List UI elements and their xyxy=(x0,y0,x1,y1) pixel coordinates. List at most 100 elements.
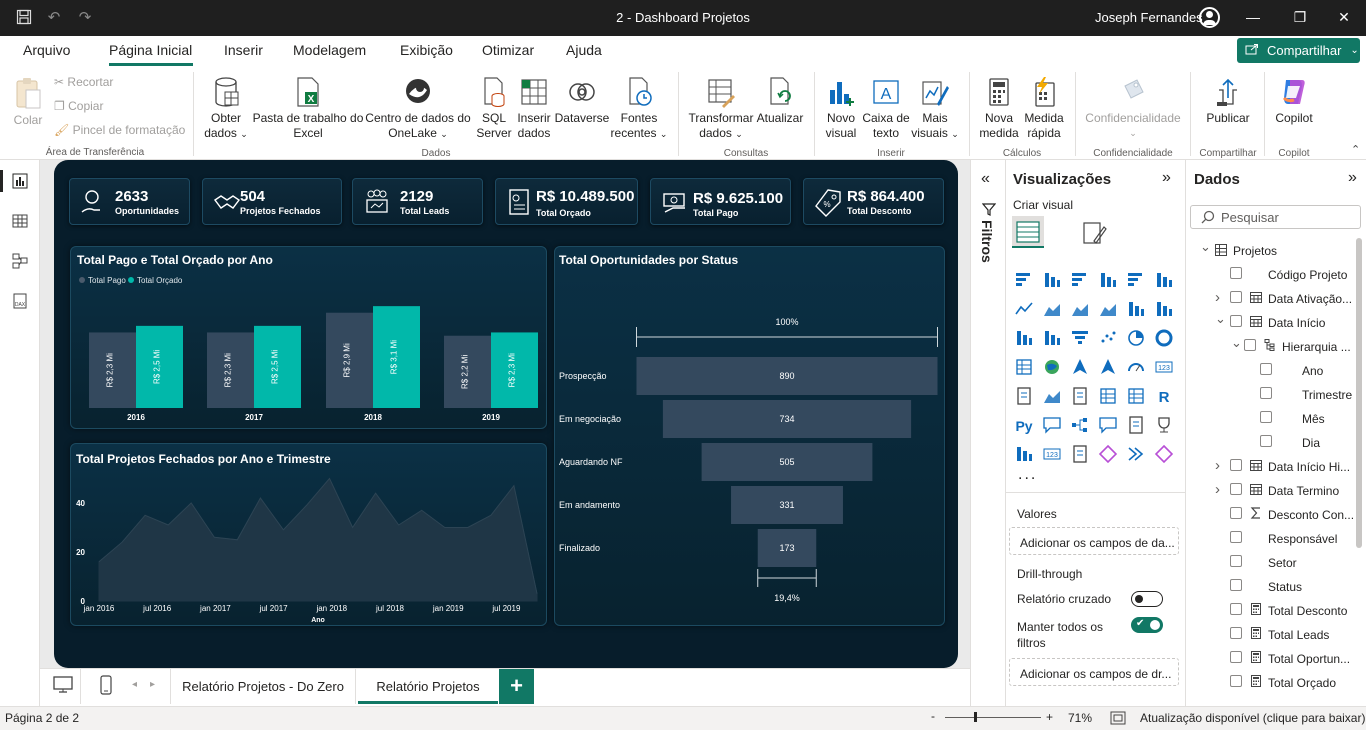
card-icon[interactable]: 123 xyxy=(1154,357,1174,377)
field-checkbox[interactable] xyxy=(1230,627,1242,639)
publish-button[interactable]: Publicar xyxy=(1200,76,1256,126)
multirow-card-icon[interactable] xyxy=(1014,386,1034,406)
insert-data-button[interactable]: Inserir dados xyxy=(514,76,554,141)
field-checkbox[interactable] xyxy=(1260,411,1272,423)
tab-modelagem[interactable]: Modelagem xyxy=(293,42,366,58)
power-apps-icon[interactable]: 123 xyxy=(1042,444,1062,464)
tree-item[interactable]: Total Orçado xyxy=(1186,672,1356,692)
more-icon[interactable] xyxy=(1154,444,1174,464)
tree-item[interactable]: Ano xyxy=(1186,360,1356,380)
kpi-card-total-paid[interactable]: R$ 9.625.100 Total Pago xyxy=(650,178,791,225)
share-button[interactable]: Compartilhar ⌄ xyxy=(1237,38,1360,63)
collapse-data-icon[interactable]: » xyxy=(1348,169,1357,187)
new-measure-button[interactable]: Nova medida xyxy=(976,76,1022,141)
tree-item[interactable]: Setor xyxy=(1186,552,1356,572)
tree-item[interactable]: Trimestre xyxy=(1186,384,1356,404)
build-visual-tab[interactable] xyxy=(1012,216,1044,248)
sensitivity-button[interactable]: Confidencialidade ⌄ xyxy=(1080,76,1186,141)
ribbon-chart-icon[interactable] xyxy=(1098,299,1118,319)
chevron-down-icon[interactable]: ⌄ xyxy=(1215,311,1226,327)
kpi-card-closed-projects[interactable]: 504 Projetos Fechados xyxy=(202,178,342,225)
tree-item[interactable]: Dia xyxy=(1186,432,1356,452)
text-box-button[interactable]: A Caixa de texto xyxy=(862,76,910,141)
format-visual-icon[interactable] xyxy=(1080,219,1108,247)
bar-chart-panel[interactable]: Total Pago e Total Orçado por Ano Total … xyxy=(70,246,547,429)
data-search-box[interactable]: Pesquisar xyxy=(1190,205,1361,229)
values-drop-zone[interactable]: Adicionar os campos de da... xyxy=(1009,527,1179,555)
field-checkbox[interactable] xyxy=(1230,291,1242,303)
field-checkbox[interactable] xyxy=(1244,339,1256,351)
tree-item[interactable]: Total Leads xyxy=(1186,624,1356,644)
donut-icon[interactable] xyxy=(1154,328,1174,348)
waterfall-icon[interactable] xyxy=(1154,299,1174,319)
scatter-icon[interactable] xyxy=(1098,328,1118,348)
card-new-icon[interactable] xyxy=(1070,444,1090,464)
copy-button[interactable]: ❐ Copiar xyxy=(54,99,103,113)
stacked-area-icon[interactable] xyxy=(1070,299,1090,319)
transform-data-button[interactable]: Transformar dados ⌄ xyxy=(686,76,756,142)
waterfall-chart-icon[interactable] xyxy=(1042,328,1062,348)
table-icon[interactable] xyxy=(1098,386,1118,406)
field-checkbox[interactable] xyxy=(1260,387,1272,399)
decomposition-tree-icon[interactable] xyxy=(1070,415,1090,435)
mobile-layout-icon[interactable] xyxy=(100,675,112,695)
minimize-icon[interactable]: — xyxy=(1243,9,1263,25)
kpi-card-total-budget[interactable]: R$ 10.489.500 Total Orçado xyxy=(495,178,638,225)
field-checkbox[interactable] xyxy=(1230,267,1242,279)
kpi-card-total-leads[interactable]: 2129 Total Leads xyxy=(352,178,483,225)
tree-item[interactable]: ⌄ Data Início xyxy=(1186,311,1356,332)
excel-workbook-button[interactable]: X Pasta de trabalho do Excel xyxy=(252,76,364,141)
zoom-out-button[interactable]: - xyxy=(931,709,935,723)
zoom-in-button[interactable]: + xyxy=(1046,710,1053,724)
clustered-bar-icon[interactable] xyxy=(1070,270,1090,290)
tree-item[interactable]: Responsável xyxy=(1186,528,1356,548)
tree-item[interactable]: ⌄ Projetos xyxy=(1186,239,1356,260)
100-column-icon[interactable] xyxy=(1154,270,1174,290)
line-column-icon[interactable] xyxy=(1126,299,1146,319)
tree-item[interactable]: Código Projeto xyxy=(1186,264,1356,284)
area-chart-panel[interactable]: Total Projetos Fechados por Ano e Trimes… xyxy=(70,443,547,626)
drillthrough-drop-zone[interactable]: Adicionar os campos de dr... xyxy=(1009,658,1179,686)
kpi-icon[interactable] xyxy=(1042,386,1062,406)
paginated-icon[interactable] xyxy=(1014,444,1034,464)
narrative-icon[interactable] xyxy=(1126,415,1146,435)
line-clustered-icon[interactable] xyxy=(1014,328,1034,348)
fit-to-page-icon[interactable] xyxy=(1110,711,1126,725)
copilot-button[interactable]: Copilot xyxy=(1268,76,1320,126)
tab-inserir[interactable]: Inserir xyxy=(224,42,263,58)
stacked-bar-icon[interactable] xyxy=(1014,270,1034,290)
tree-item[interactable]: Desconto Con... xyxy=(1186,504,1356,524)
field-checkbox[interactable] xyxy=(1230,555,1242,567)
get-data-button[interactable]: Obter dados ⌄ xyxy=(200,76,252,142)
filled-map-icon[interactable] xyxy=(1070,357,1090,377)
add-page-button[interactable]: + xyxy=(499,669,534,704)
tab-arquivo[interactable]: Arquivo xyxy=(23,42,70,58)
cross-report-toggle[interactable] xyxy=(1131,591,1163,607)
slicer-new-icon[interactable] xyxy=(1098,444,1118,464)
tree-item[interactable]: › Data Início Hi... xyxy=(1186,456,1356,476)
field-checkbox[interactable] xyxy=(1230,483,1242,495)
field-checkbox[interactable] xyxy=(1230,579,1242,591)
dax-query-view-icon[interactable]: DAX xyxy=(11,292,29,310)
tab-otimizar[interactable]: Otimizar xyxy=(482,42,534,58)
gauge-icon[interactable] xyxy=(1126,357,1146,377)
chevron-down-icon[interactable]: ⌄ xyxy=(1200,239,1211,255)
zoom-slider-thumb[interactable] xyxy=(974,712,977,722)
chevron-right-icon[interactable]: › xyxy=(1215,289,1220,306)
tree-item[interactable]: Total Oportun... xyxy=(1186,648,1356,668)
more-visuals-ellipsis[interactable]: ... xyxy=(1018,466,1037,484)
field-checkbox[interactable] xyxy=(1230,531,1242,543)
paste-button[interactable]: Colar xyxy=(10,76,46,128)
field-checkbox[interactable] xyxy=(1230,507,1242,519)
maximize-icon[interactable]: ❐ xyxy=(1290,9,1310,26)
kpi-card-opportunities[interactable]: 2633 Oportunidades xyxy=(69,178,190,225)
kpi-card-total-discount[interactable]: % R$ 864.400 Total Desconto xyxy=(803,178,944,225)
filters-pane-collapsed[interactable]: « Filtros xyxy=(970,160,1006,706)
stacked-column-icon[interactable] xyxy=(1042,270,1062,290)
slicer-icon[interactable] xyxy=(1070,386,1090,406)
more-visuals-button[interactable]: Mais visuais ⌄ xyxy=(910,76,960,142)
tree-item[interactable]: Mês xyxy=(1186,408,1356,428)
clustered-column-icon[interactable] xyxy=(1098,270,1118,290)
tree-item[interactable]: Status xyxy=(1186,576,1356,596)
goals-icon[interactable] xyxy=(1154,415,1174,435)
